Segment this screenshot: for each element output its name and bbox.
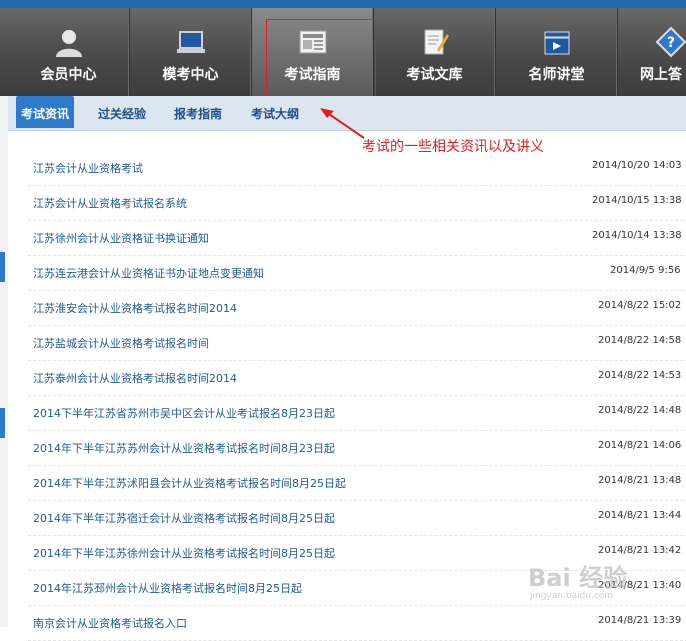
nav-item-label: 考试文库 — [406, 67, 463, 83]
top-accent-line — [0, 0, 686, 8]
left-edge-marker — [0, 408, 5, 438]
article-title[interactable]: 南京会计从业资格考试报名入口 — [33, 615, 187, 631]
tab-exam-syllabus[interactable]: 考试大纲 — [251, 96, 299, 128]
article-title[interactable]: 2014年下半年江苏苏州会计从业资格考试报名时间8月23日起 — [33, 440, 335, 456]
list-item[interactable]: 2014年下半年江苏苏州会计从业资格考试报名时间8月23日起 2014/8/21 … — [28, 431, 686, 466]
tab-registration-guide[interactable]: 报考指南 — [174, 96, 222, 128]
article-date: 2014/10/14 13:38 — [592, 230, 682, 241]
article-date: 2014/8/22 14:58 — [598, 335, 682, 346]
list-item[interactable]: 江苏徐州会计从业资格证书换证通知 2014/10/14 13:38 — [28, 221, 686, 256]
nav-item-label: 网上答 — [640, 67, 682, 83]
list-item[interactable]: 2014年下半年江苏沭阳县会计从业资格考试报名时间8月25日起 2014/8/21… — [28, 466, 686, 501]
article-title[interactable]: 江苏盐城会计从业资格考试报名时间 — [33, 335, 209, 351]
list-item[interactable]: 2014年下半年江苏宿迁会计从业资格考试报名时间8月25日起 2014/8/21 … — [28, 501, 686, 536]
article-title[interactable]: 江苏会计从业资格考试报名系统 — [33, 195, 187, 211]
article-date: 2014/10/20 14:03 — [592, 160, 682, 171]
highlight-box — [266, 19, 376, 103]
article-title[interactable]: 2014年下半年江苏徐州会计从业资格考试报名时间8月25日起 — [33, 545, 335, 561]
list-item[interactable]: 江苏会计从业资格考试报名系统 2014/10/15 13:38 — [28, 186, 686, 221]
article-date: 2014/9/5 9:56 — [610, 265, 681, 276]
list-item[interactable]: 南京会计从业资格考试报名入口 2014/8/21 13:39 — [28, 606, 686, 641]
list-item[interactable]: 江苏淮安会计从业资格考试报名时间2014 2014/8/22 15:02 — [28, 291, 686, 326]
article-date: 2014/8/22 14:53 — [598, 370, 682, 381]
article-date: 2014/10/15 13:38 — [592, 195, 682, 206]
user-icon — [55, 30, 82, 57]
article-title[interactable]: 江苏泰州会计从业资格考试报名时间2014 — [33, 370, 237, 386]
list-item[interactable]: 江苏泰州会计从业资格考试报名时间2014 2014/8/22 14:53 — [28, 361, 686, 396]
article-date: 2014/8/22 14:48 — [598, 405, 682, 416]
article-date: 2014/8/21 13:48 — [598, 475, 682, 486]
svg-text:?: ? — [667, 35, 675, 51]
left-edge-bar — [0, 96, 8, 627]
article-date: 2014/8/21 13:42 — [598, 545, 682, 556]
nav-item-member-center[interactable]: 会员中心 — [8, 8, 130, 96]
list-item[interactable]: 江苏盐城会计从业资格考试报名时间 2014/8/22 14:58 — [28, 326, 686, 361]
watermark-logo: Bai 经验 — [528, 564, 628, 592]
article-list: 江苏会计从业资格考试 2014/10/20 14:03 江苏会计从业资格考试报名系… — [8, 131, 686, 641]
article-title[interactable]: 2014年下半年江苏宿迁会计从业资格考试报名时间8月25日起 — [33, 510, 335, 526]
article-date: 2014/8/21 13:44 — [598, 510, 682, 521]
nav-item-online-qa[interactable]: ? 网上答 — [618, 8, 686, 96]
article-date: 2014/8/22 15:02 — [598, 300, 682, 311]
article-title[interactable]: 江苏会计从业资格考试 — [33, 160, 143, 176]
nav-item-label: 名师讲堂 — [528, 67, 585, 83]
list-item[interactable]: 2014下半年江苏省苏州市吴中区会计从业考试报名8月23日起 2014/8/22 … — [28, 396, 686, 431]
article-title[interactable]: 江苏连云港会计从业资格证书办证地点变更通知 — [33, 265, 264, 281]
article-title[interactable]: 2014下半年江苏省苏州市吴中区会计从业考试报名8月23日起 — [33, 405, 335, 421]
list-item[interactable]: 江苏连云港会计从业资格证书办证地点变更通知 2014/9/5 9:56 — [28, 256, 686, 291]
list-item[interactable]: 江苏会计从业资格考试 2014/10/20 14:03 — [28, 151, 686, 186]
watermark-url: jingyan.baidu.com — [530, 591, 614, 601]
nav-item-lecture-hall[interactable]: 名师讲堂 — [496, 8, 618, 96]
tab-pass-experience[interactable]: 过关经验 — [98, 96, 146, 128]
article-title[interactable]: 江苏徐州会计从业资格证书换证通知 — [33, 230, 209, 246]
nav-item-exam-library[interactable]: 考试文库 — [374, 8, 496, 96]
nav-item-label: 会员中心 — [40, 67, 97, 83]
article-title[interactable]: 2014年下半年江苏沭阳县会计从业资格考试报名时间8月25日起 — [33, 475, 346, 491]
nav-item-mock-exam-center[interactable]: 模考中心 — [130, 8, 252, 96]
left-edge-marker — [0, 252, 5, 282]
laptop-icon — [176, 31, 205, 53]
article-date: 2014/8/21 14:06 — [598, 440, 682, 451]
clapperboard-icon — [544, 31, 569, 55]
diamond-help-icon: ? — [655, 26, 686, 58]
article-title[interactable]: 2014年江苏邳州会计从业资格考试报名时间8月25日起 — [33, 580, 302, 596]
tab-exam-news[interactable]: 考试资讯 — [16, 96, 75, 128]
article-title[interactable]: 江苏淮安会计从业资格考试报名时间2014 — [33, 300, 237, 316]
nav-item-label: 模考中心 — [162, 67, 219, 83]
article-date: 2014/8/21 13:39 — [598, 615, 682, 626]
notepad-pencil-icon — [424, 29, 449, 55]
